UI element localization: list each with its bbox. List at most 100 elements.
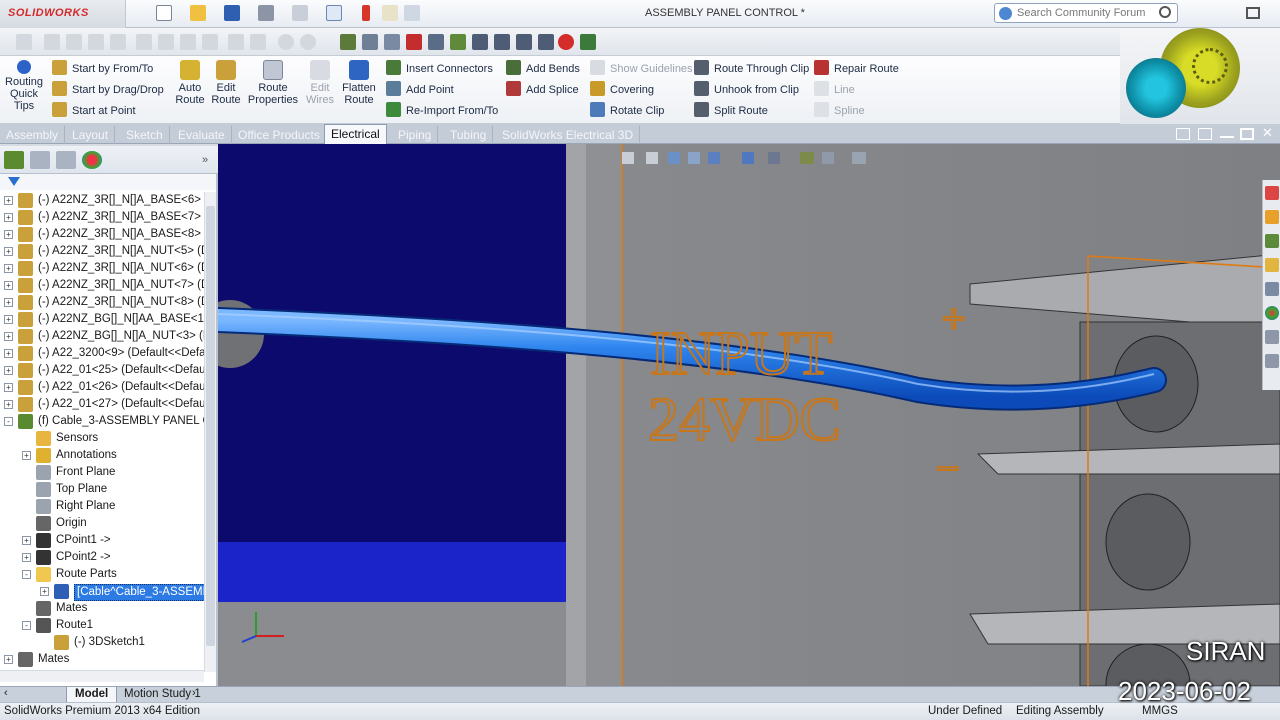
- options-icon[interactable]: [404, 5, 420, 21]
- expand-icon[interactable]: +: [4, 213, 13, 222]
- zoom-area-icon[interactable]: [646, 152, 658, 164]
- expand-icon[interactable]: +: [4, 366, 13, 375]
- expand-icon[interactable]: +: [40, 587, 49, 596]
- tree-item[interactable]: + (-) A22NZ_3R[]_N[]A_NUT<6> (D: [0, 260, 204, 277]
- search-icon[interactable]: [1159, 6, 1171, 18]
- tree-item[interactable]: Right Plane: [0, 498, 204, 515]
- doc-restore-icon[interactable]: [1176, 128, 1190, 140]
- tree-item[interactable]: + (-) A22NZ_3R[]_N[]A_NUT<8> (D: [0, 294, 204, 311]
- restore-window-icon[interactable]: [1246, 7, 1260, 19]
- expand-icon[interactable]: +: [4, 196, 13, 205]
- doc-maximize-icon[interactable]: [1240, 128, 1254, 140]
- start-by-drag-drop-button[interactable]: Start by Drag/Drop: [52, 81, 164, 99]
- tree-item[interactable]: + (-) A22NZ_BG[]_N[]A_NUT<3> (D: [0, 328, 204, 345]
- tab-office-products[interactable]: Office Products: [232, 126, 327, 144]
- doc-minimize-icon[interactable]: [1220, 136, 1234, 138]
- edit-wires-button[interactable]: Edit Wires: [302, 60, 338, 106]
- collapse-panel-icon[interactable]: »: [202, 154, 208, 166]
- graphics-area[interactable]: INPUT 24VDC + −: [218, 144, 1280, 686]
- tree-item[interactable]: (-) 3DSketch1: [0, 634, 204, 651]
- expand-icon[interactable]: +: [4, 383, 13, 392]
- tab-assembly[interactable]: Assembly: [0, 126, 66, 144]
- property-manager-tab-icon[interactable]: [30, 151, 50, 169]
- solidworks-logo[interactable]: SOLIDWORKS: [0, 0, 126, 28]
- tree-item[interactable]: + CPoint2 ->: [0, 549, 204, 566]
- search-input[interactable]: Search Community Forum: [994, 3, 1178, 23]
- tree-item[interactable]: + Annotations: [0, 447, 204, 464]
- tree-item[interactable]: + (-) A22NZ_3R[]_N[]A_NUT<5> (D: [0, 243, 204, 260]
- scroll-thumb[interactable]: [206, 206, 215, 646]
- tree-item[interactable]: Sensors: [0, 430, 204, 447]
- appearance-icon[interactable]: [800, 152, 814, 164]
- tree-item[interactable]: + (-) A22_01<26> (Default<<Defau: [0, 379, 204, 396]
- expand-icon[interactable]: +: [22, 536, 31, 545]
- tree-item[interactable]: + (-) A22_01<27> (Default<<Defau: [0, 396, 204, 413]
- grid-icon[interactable]: [384, 34, 400, 50]
- expand-icon[interactable]: +: [4, 349, 13, 358]
- tab-sketch[interactable]: Sketch: [120, 126, 170, 144]
- tree-item[interactable]: + (-) A22NZ_3R[]_N[]A_BASE<7> (D: [0, 209, 204, 226]
- tree-item[interactable]: + (-) A22NZ_3R[]_N[]A_BASE<8> (D: [0, 226, 204, 243]
- route-properties-button[interactable]: Route Properties: [246, 60, 300, 106]
- resources-icon[interactable]: [1265, 186, 1279, 200]
- open-folder-icon[interactable]: [190, 5, 206, 21]
- previous-view-icon[interactable]: [668, 152, 680, 164]
- stop-icon[interactable]: [558, 34, 574, 50]
- flatten-route-button[interactable]: Flatten Route: [340, 60, 378, 106]
- tree-item[interactable]: Top Plane: [0, 481, 204, 498]
- tab-model[interactable]: Model: [66, 687, 118, 703]
- tree-item[interactable]: - Route Parts: [0, 566, 204, 583]
- unhook-from-clip-button[interactable]: Unhook from Clip: [694, 81, 799, 99]
- file-explorer-icon[interactable]: [1265, 258, 1279, 272]
- layout-icon[interactable]: [580, 34, 596, 50]
- tab-piping[interactable]: Piping: [392, 126, 439, 144]
- tab-evaluate[interactable]: Evaluate: [172, 126, 232, 144]
- tree-item[interactable]: - Route1: [0, 617, 204, 634]
- expand-icon[interactable]: +: [4, 230, 13, 239]
- tree-item[interactable]: Mates: [0, 600, 204, 617]
- split-route-button[interactable]: Split Route: [694, 102, 768, 120]
- design-library-icon[interactable]: [1265, 234, 1279, 248]
- doc-close-icon[interactable]: ✕: [1262, 126, 1276, 139]
- expand-icon[interactable]: +: [4, 655, 13, 664]
- tree-item[interactable]: + (-) A22_01<25> (Default<<Defau: [0, 362, 204, 379]
- table-icon[interactable]: [362, 34, 378, 50]
- rotate-tool-icon[interactable]: [494, 34, 510, 50]
- show-guidelines-button[interactable]: Show Guidelines: [590, 60, 693, 78]
- add-splice-button[interactable]: Add Splice: [506, 81, 579, 99]
- move-tool-icon[interactable]: [472, 34, 488, 50]
- tree-item[interactable]: Front Plane: [0, 464, 204, 481]
- rotate-clip-button[interactable]: Rotate Clip: [590, 102, 664, 120]
- routing-library-icon[interactable]: [1265, 354, 1279, 368]
- sketch-tool-icon[interactable]: [450, 34, 466, 50]
- collapse-icon[interactable]: -: [4, 417, 13, 426]
- feature-tree-tab-icon[interactable]: [4, 151, 24, 169]
- line-button[interactable]: Line: [814, 81, 855, 99]
- display-manager-tab-icon[interactable]: [82, 151, 102, 169]
- expand-icon[interactable]: +: [22, 451, 31, 460]
- appearances-icon[interactable]: [1265, 306, 1279, 320]
- pattern-icon[interactable]: [428, 34, 444, 50]
- repair-route-button[interactable]: Repair Route: [814, 60, 899, 78]
- expand-icon[interactable]: +: [4, 247, 13, 256]
- tab-motion-study[interactable]: Motion Study 1: [116, 687, 209, 703]
- tree-item[interactable]: + [Cable^Cable_3-ASSEMB: [0, 583, 204, 601]
- add-bends-button[interactable]: Add Bends: [506, 60, 580, 78]
- section-view-icon[interactable]: [688, 152, 700, 164]
- tree-vertical-scrollbar[interactable]: [204, 192, 216, 672]
- covering-button[interactable]: Covering: [590, 81, 654, 99]
- search-results-icon[interactable]: [1265, 282, 1279, 296]
- expand-icon[interactable]: +: [4, 332, 13, 341]
- edit-route-button[interactable]: Edit Route: [208, 60, 244, 106]
- tree-horizontal-scrollbar[interactable]: [0, 670, 204, 682]
- reimport-from-to-button[interactable]: Re-Import From/To: [386, 102, 498, 120]
- tab-electrical[interactable]: Electrical: [324, 124, 387, 145]
- spline-button[interactable]: Spline: [814, 102, 865, 120]
- expand-icon[interactable]: +: [4, 264, 13, 273]
- smart-fastener-icon[interactable]: [516, 34, 532, 50]
- view-orientation-icon[interactable]: [708, 152, 720, 164]
- undo-icon[interactable]: [292, 5, 308, 21]
- route-through-clip-button[interactable]: Route Through Clip: [694, 60, 809, 78]
- zoom-to-fit-icon[interactable]: [622, 152, 634, 164]
- expand-icon[interactable]: +: [4, 400, 13, 409]
